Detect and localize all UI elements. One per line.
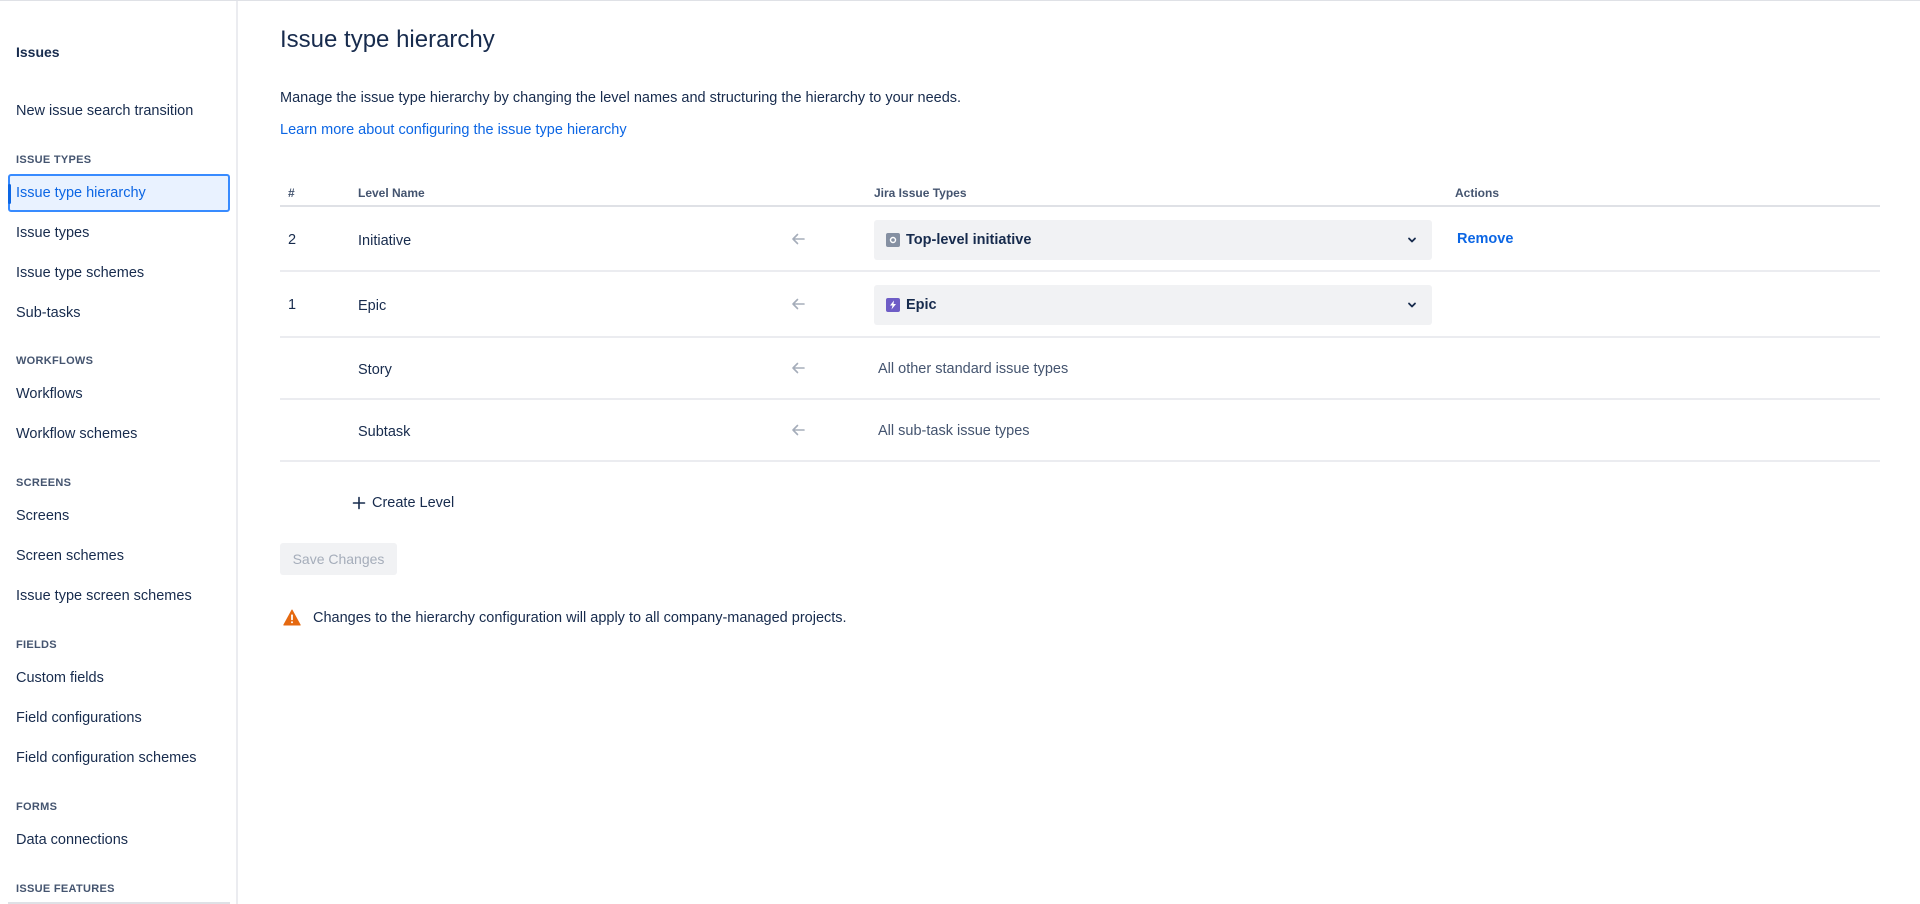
issue-type-description: All other standard issue types xyxy=(878,361,1069,377)
sidebar-item-new-issue-search-transition[interactable]: New issue search transition xyxy=(8,92,230,130)
sidebar-heading-issue-types: ISSUE TYPES xyxy=(16,154,92,166)
sidebar-heading-workflows: WORKFLOWS xyxy=(16,355,94,367)
top-border xyxy=(0,0,1920,1)
issue-type-description: All sub-task issue types xyxy=(878,423,1030,439)
table-header-divider xyxy=(280,205,1880,207)
row-number: 2 xyxy=(288,232,297,248)
arrow-left-icon xyxy=(792,424,805,436)
remove-level-button[interactable]: Remove xyxy=(1457,231,1513,247)
sidebar-item-field-configuration-schemes[interactable]: Field configuration schemes xyxy=(8,739,230,777)
sidebar-heading-fields: FIELDS xyxy=(16,639,57,651)
sidebar-item-sub-tasks[interactable]: Sub-tasks xyxy=(8,294,230,332)
warning-message: Changes to the hierarchy configuration w… xyxy=(283,609,847,626)
sidebar-item-issue-types[interactable]: Issue types xyxy=(8,214,230,252)
issue-type-label: Top-level initiative xyxy=(906,232,1032,248)
sidebar-item-data-connections[interactable]: Data connections xyxy=(8,821,230,859)
sidebar-item-issue-type-schemes[interactable]: Issue type schemes xyxy=(8,254,230,292)
sidebar-item-field-configurations[interactable]: Field configurations xyxy=(8,699,230,737)
column-header-level-name: Level Name xyxy=(358,186,425,200)
warning-icon xyxy=(283,609,301,626)
level-name: Story xyxy=(358,362,392,378)
row-divider xyxy=(280,398,1880,400)
sidebar-item-issue-type-screen-schemes[interactable]: Issue type screen schemes xyxy=(8,577,230,615)
plus-icon xyxy=(352,496,366,510)
epic-icon xyxy=(886,298,900,312)
row-divider xyxy=(280,336,1880,338)
arrow-left-icon xyxy=(792,233,805,245)
issue-type-select-epic[interactable]: Epic xyxy=(874,285,1432,325)
sidebar-item-screen-schemes[interactable]: Screen schemes xyxy=(8,537,230,575)
page-title: Issue type hierarchy xyxy=(280,26,495,53)
chevron-down-icon xyxy=(1408,302,1416,308)
sidebar: Issues New issue search transition ISSUE… xyxy=(0,1,238,904)
page-description: Manage the issue type hierarchy by chang… xyxy=(280,90,962,106)
sidebar-item-workflows[interactable]: Workflows xyxy=(8,375,230,413)
save-changes-button[interactable]: Save Changes xyxy=(280,543,397,575)
warning-text: Changes to the hierarchy configuration w… xyxy=(313,609,847,626)
issue-type-label: Epic xyxy=(906,297,937,313)
initiative-icon xyxy=(886,233,900,247)
level-name: Initiative xyxy=(358,233,412,249)
arrow-left-icon xyxy=(792,298,805,310)
sidebar-heading-screens: SCREENS xyxy=(16,477,72,489)
sidebar-title: Issues xyxy=(16,44,60,60)
row-divider xyxy=(280,460,1880,462)
learn-more-link[interactable]: Learn more about configuring the issue t… xyxy=(280,122,627,138)
level-name: Epic xyxy=(358,298,387,314)
sidebar-item-workflow-schemes[interactable]: Workflow schemes xyxy=(8,415,230,453)
column-header-issue-types: Jira Issue Types xyxy=(874,186,967,200)
sidebar-item-custom-fields[interactable]: Custom fields xyxy=(8,659,230,697)
create-level-button[interactable]: Create Level xyxy=(348,490,458,516)
issue-type-select-initiative[interactable]: Top-level initiative xyxy=(874,220,1432,260)
level-name: Subtask xyxy=(358,424,411,440)
row-divider xyxy=(280,270,1880,272)
chevron-down-icon xyxy=(1408,237,1416,243)
sidebar-item-issue-type-hierarchy[interactable]: Issue type hierarchy xyxy=(8,174,230,212)
column-header-number: # xyxy=(288,186,295,200)
arrow-left-icon xyxy=(792,362,805,374)
row-number: 1 xyxy=(288,297,297,313)
sidebar-heading-forms: FORMS xyxy=(16,801,58,813)
create-level-label: Create Level xyxy=(372,495,455,511)
column-header-actions: Actions xyxy=(1455,186,1500,200)
sidebar-heading-issue-features: ISSUE FEATURES xyxy=(16,883,115,895)
sidebar-item-screens[interactable]: Screens xyxy=(8,497,230,535)
